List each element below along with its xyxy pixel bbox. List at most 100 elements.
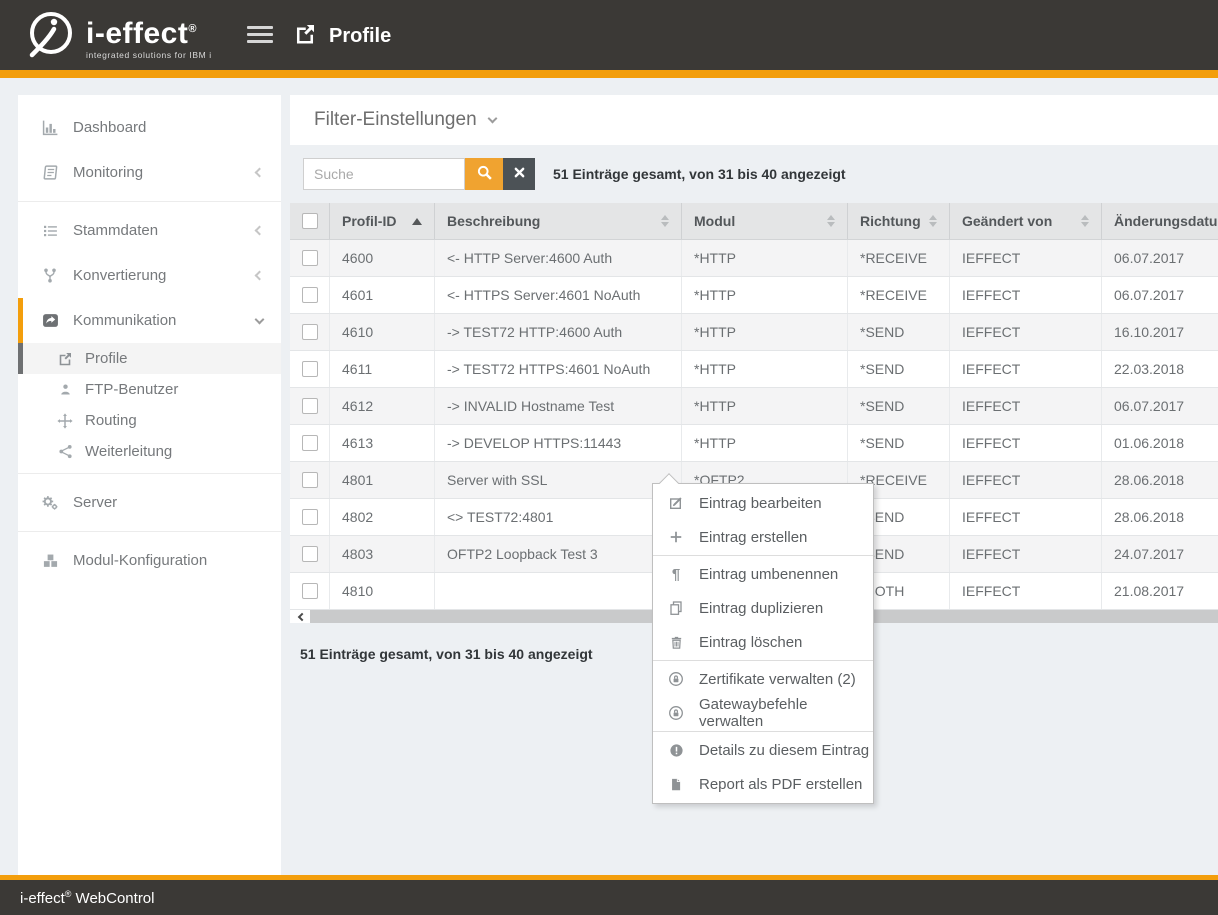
cell-aenderungsdatum: 16.10.2017 <box>1102 314 1218 350</box>
sidebar-item-kommunikation[interactable]: Kommunikation <box>18 298 281 343</box>
cell-profil-id: 4600 <box>330 240 435 276</box>
sidebar-item-server[interactable]: Server <box>18 480 281 525</box>
sidebar-item-label: Kommunikation <box>73 312 176 329</box>
sidebar-item-label: Konvertierung <box>73 267 166 284</box>
column-header-richtung[interactable]: Richtung <box>848 203 950 239</box>
sidebar-item-stammdaten[interactable]: Stammdaten <box>18 208 281 253</box>
row-checkbox[interactable] <box>302 361 318 377</box>
cell-modul: *HTTP <box>682 425 848 461</box>
table-row[interactable]: 4610 -> TEST72 HTTP:4600 Auth *HTTP *SEN… <box>290 314 1218 351</box>
context-menu-item-pdf-report[interactable]: Report als PDF erstellen <box>653 767 873 801</box>
search-icon <box>476 164 493 184</box>
cell-richtung: *RECEIVE <box>848 240 950 276</box>
sidebar-item-profile[interactable]: Profile <box>18 343 281 374</box>
context-menu: Eintrag bearbeiten Eintrag erstellen ¶ E… <box>652 483 874 804</box>
context-menu-item-label: Eintrag duplizieren <box>699 600 823 617</box>
cell-richtung: *SEND <box>848 351 950 387</box>
cell-geaendert-von: IEFFECT <box>950 240 1102 276</box>
sidebar-item-konvertierung[interactable]: Konvertierung <box>18 253 281 298</box>
cell-profil-id: 4601 <box>330 277 435 313</box>
row-checkbox[interactable] <box>302 583 318 599</box>
sidebar-item-monitoring[interactable]: Monitoring <box>18 150 281 195</box>
sidebar: Dashboard Monitoring Stammdaten Konverti… <box>18 95 281 875</box>
cell-richtung: *RECEIVE <box>848 277 950 313</box>
row-checkbox[interactable] <box>302 324 318 340</box>
select-all-cell <box>290 203 330 239</box>
column-header-profil-id[interactable]: Profil-ID <box>330 203 435 239</box>
context-menu-item-gateway-commands[interactable]: Gatewaybefehle verwalten <box>653 696 873 730</box>
scroll-left-arrow[interactable] <box>290 610 310 623</box>
external-link-icon <box>56 351 74 367</box>
app-logo[interactable]: i-effect® integrated solutions for IBM i <box>26 9 212 64</box>
sidebar-item-routing[interactable]: Routing <box>18 405 281 436</box>
sidebar-divider <box>18 201 281 202</box>
results-summary: 51 Einträge gesamt, von 31 bis 40 angeze… <box>553 166 846 182</box>
table-row[interactable]: 4613 -> DEVELOP HTTPS:11443 *HTTP *SEND … <box>290 425 1218 462</box>
context-menu-item-label: Eintrag bearbeiten <box>699 495 822 512</box>
row-checkbox[interactable] <box>302 472 318 488</box>
sidebar-divider <box>18 531 281 532</box>
context-menu-item-rename[interactable]: ¶ Eintrag umbenennen <box>653 557 873 591</box>
search-input[interactable] <box>303 158 465 190</box>
cell-geaendert-von: IEFFECT <box>950 277 1102 313</box>
sidebar-item-ftp-benutzer[interactable]: FTP-Benutzer <box>18 374 281 405</box>
context-menu-item-edit[interactable]: Eintrag bearbeiten <box>653 486 873 520</box>
table-row[interactable]: 4601 <- HTTPS Server:4601 NoAuth *HTTP *… <box>290 277 1218 314</box>
external-link-icon <box>293 22 317 51</box>
table-header-row: Profil-ID Beschreibung Modul Richtung Ge… <box>290 203 1218 240</box>
cell-modul: *HTTP <box>682 314 848 350</box>
context-menu-item-details[interactable]: Details zu diesem Eintrag <box>653 733 873 767</box>
row-checkbox[interactable] <box>302 287 318 303</box>
sidebar-item-dashboard[interactable]: Dashboard <box>18 105 281 150</box>
context-menu-item-label: Eintrag löschen <box>699 634 802 651</box>
page-title: Profile <box>329 25 391 48</box>
context-menu-item-create[interactable]: Eintrag erstellen <box>653 520 873 554</box>
lock-circle-icon <box>668 671 684 687</box>
clear-search-button[interactable] <box>503 158 535 190</box>
context-menu-item-label: Eintrag erstellen <box>699 529 807 546</box>
row-checkbox[interactable] <box>302 435 318 451</box>
cell-geaendert-von: IEFFECT <box>950 351 1102 387</box>
code-branch-icon <box>40 267 60 284</box>
share-alt-icon <box>56 444 74 459</box>
list-icon <box>40 223 60 239</box>
cell-profil-id: 4810 <box>330 573 435 609</box>
column-header-geaendert-von[interactable]: Geändert von <box>950 203 1102 239</box>
cell-aenderungsdatum: 06.07.2017 <box>1102 277 1218 313</box>
context-menu-item-certificates[interactable]: Zertifikate verwalten (2) <box>653 662 873 696</box>
cell-profil-id: 4801 <box>330 462 435 498</box>
sort-icon <box>661 215 669 227</box>
sidebar-item-modul-konfiguration[interactable]: Modul-Konfiguration <box>18 538 281 583</box>
cell-aenderungsdatum: 24.07.2017 <box>1102 536 1218 572</box>
chevron-left-icon <box>256 272 263 279</box>
exclamation-circle-icon <box>668 743 684 758</box>
accent-bar <box>0 70 1218 78</box>
row-checkbox[interactable] <box>302 546 318 562</box>
context-menu-item-delete[interactable]: Eintrag löschen <box>653 625 873 659</box>
cell-aenderungsdatum: 28.06.2018 <box>1102 499 1218 535</box>
select-all-checkbox[interactable] <box>302 213 318 229</box>
row-checkbox[interactable] <box>302 398 318 414</box>
table-row[interactable]: 4612 -> INVALID Hostname Test *HTTP *SEN… <box>290 388 1218 425</box>
close-icon <box>513 166 526 182</box>
filter-settings-toggle[interactable]: Filter-Einstellungen <box>314 109 496 131</box>
row-checkbox[interactable] <box>302 509 318 525</box>
column-header-aenderungsdatum[interactable]: Änderungsdatum <box>1102 203 1218 239</box>
column-header-beschreibung[interactable]: Beschreibung <box>435 203 682 239</box>
cell-richtung: *SEND <box>848 388 950 424</box>
column-header-modul[interactable]: Modul <box>682 203 848 239</box>
context-menu-item-duplicate[interactable]: Eintrag duplizieren <box>653 591 873 625</box>
row-checkbox[interactable] <box>302 250 318 266</box>
sidebar-item-weiterleitung[interactable]: Weiterleitung <box>18 436 281 467</box>
edit-icon <box>668 495 684 511</box>
context-menu-item-label: Report als PDF erstellen <box>699 776 862 793</box>
menu-toggle-hamburger-icon[interactable] <box>247 26 273 47</box>
cell-beschreibung: -> DEVELOP HTTPS:11443 <box>435 425 682 461</box>
table-row[interactable]: 4611 -> TEST72 HTTPS:4601 NoAuth *HTTP *… <box>290 351 1218 388</box>
plus-icon <box>668 530 684 544</box>
logo-swirl-icon <box>26 9 76 64</box>
table-row[interactable]: 4600 <- HTTP Server:4600 Auth *HTTP *REC… <box>290 240 1218 277</box>
search-button[interactable] <box>465 158 503 190</box>
sidebar-item-label: FTP-Benutzer <box>85 381 178 398</box>
trash-icon <box>668 635 684 650</box>
